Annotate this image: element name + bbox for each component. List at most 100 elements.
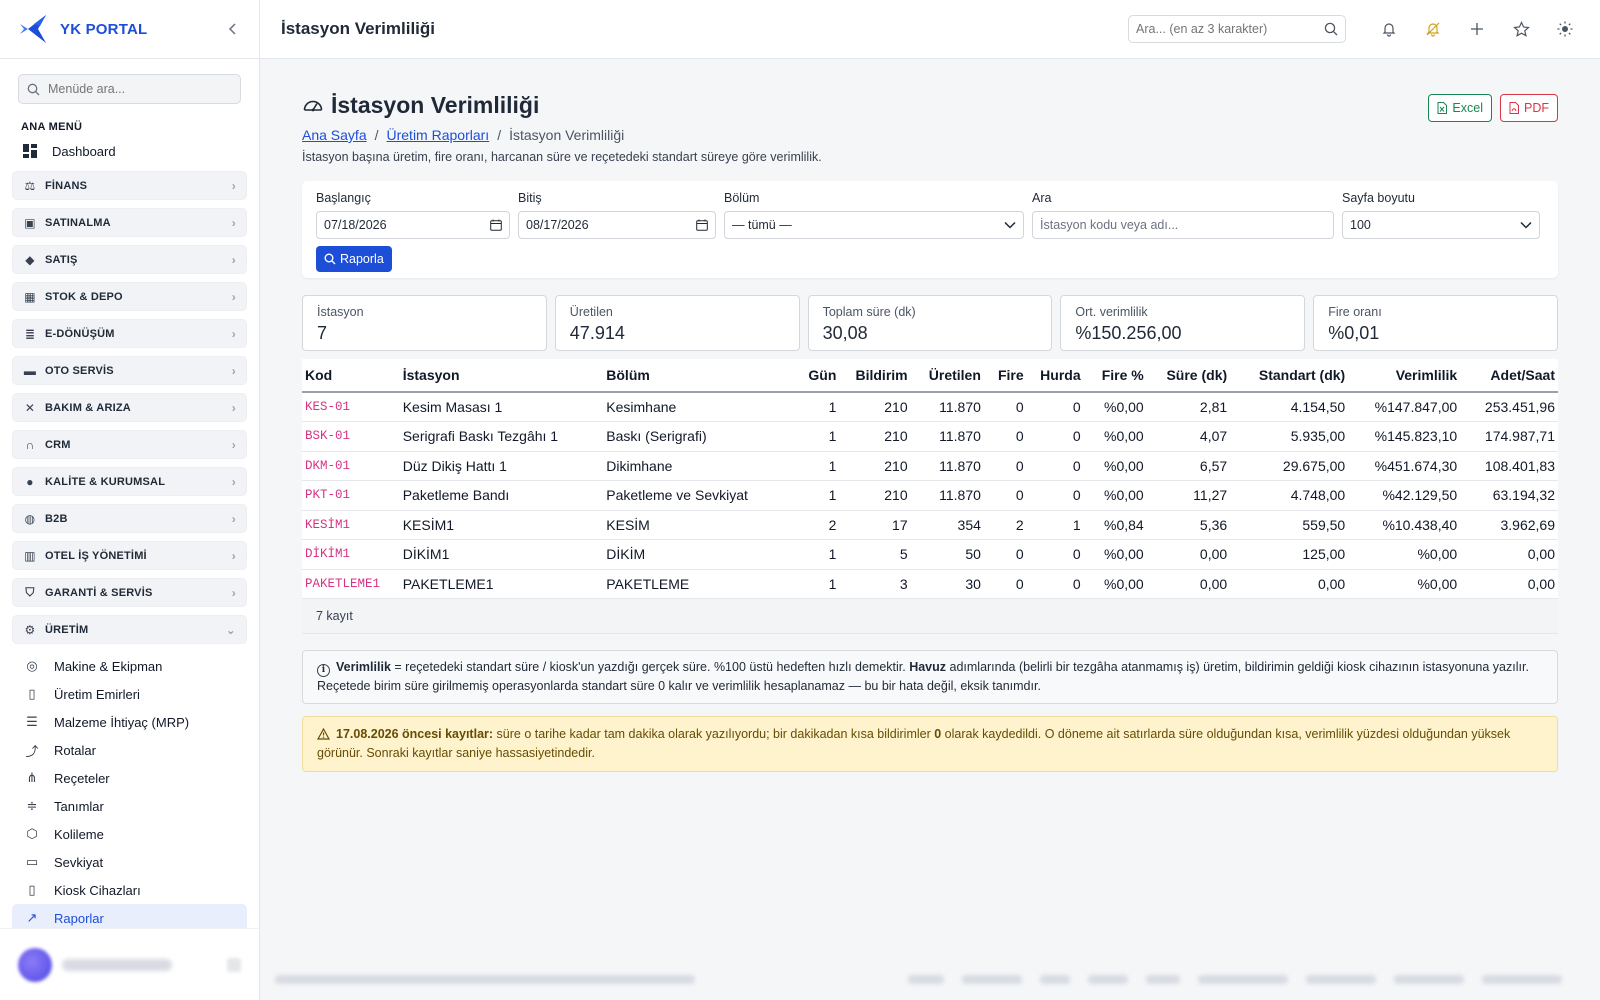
collapse-sidebar-icon[interactable] xyxy=(223,19,243,39)
sidebar-group-11[interactable]: ⛉ GARANTİ & SERVİS › xyxy=(12,578,247,607)
package-icon: ⬡ xyxy=(26,826,38,841)
bell-icon[interactable] xyxy=(1374,14,1404,44)
table-cell: KESİM xyxy=(603,510,797,540)
sidebar-subitem-7[interactable]: ▭ Sevkiyat xyxy=(12,848,247,876)
sidebar-group-label: B2B xyxy=(45,512,68,525)
sidebar-group-label: KALİTE & KURUMSAL xyxy=(45,475,166,488)
theme-sun-icon[interactable] xyxy=(1550,14,1580,44)
sidebar-group-3[interactable]: ▦ STOK & DEPO › xyxy=(12,282,247,311)
table-row[interactable]: DKM-01 Düz Dikiş Hattı 1 Dikimhane 1 210 11.8… xyxy=(302,451,1558,481)
breadcrumb-link-reports[interactable]: Üretim Raporları xyxy=(387,127,490,143)
column-header[interactable]: Süre (dk) xyxy=(1146,359,1231,393)
page-size-select[interactable]: 100 xyxy=(1342,211,1540,239)
table-cell: DİKİM1 xyxy=(399,539,604,570)
column-header[interactable]: Adet/Saat xyxy=(1460,359,1558,393)
filter-start-date: Başlangıç 07/18/2026 xyxy=(316,191,510,239)
sidebar-subitem-1[interactable]: ▯ Üretim Emirleri xyxy=(12,680,247,708)
sidebar-group-12[interactable]: ⚙ ÜRETİM ⌄ xyxy=(12,615,247,644)
column-header[interactable]: Kod xyxy=(302,359,400,393)
table-cell: PAKETLEME xyxy=(603,569,797,599)
table-cell: 2 xyxy=(796,510,840,540)
column-header[interactable]: İstasyon xyxy=(399,359,604,393)
page-title-text: İstasyon Verimliliği xyxy=(331,92,540,118)
stat-card: Üretilen 47.914 xyxy=(554,295,800,351)
sidebar-group-6[interactable]: ✕ BAKIM & ARIZA › xyxy=(12,393,247,422)
table-row[interactable]: DİKİM1 DİKİM1 DİKİM 1 5 50 0 0 %0,00 0,00 125,00 %0… xyxy=(302,539,1558,570)
chevron-right-icon: › xyxy=(231,326,236,341)
sidebar-group-7[interactable]: ∩ CRM › xyxy=(12,430,247,459)
table-row[interactable]: BSK-01 Serigrafi Baskı Tezgâhı 1 Baskı (Se… xyxy=(302,421,1558,452)
table-cell: 0 xyxy=(1026,392,1084,422)
sidebar-group-10[interactable]: ▥ OTEL İŞ YÖNETİMİ › xyxy=(12,541,247,570)
sidebar-group-9[interactable]: ◍ B2B › xyxy=(12,504,247,533)
file-pdf-icon xyxy=(1509,102,1519,114)
column-header[interactable]: Standart (dk) xyxy=(1230,359,1349,393)
search-icon[interactable] xyxy=(1324,22,1338,36)
table-cell: 2,81 xyxy=(1146,392,1231,422)
menu-search[interactable] xyxy=(18,74,241,104)
sidebar-group-5[interactable]: ▬ OTO SERVİS › xyxy=(12,356,247,385)
station-code: KESİM1 xyxy=(302,510,400,540)
sidebar-group-4[interactable]: ≣ E-DÖNÜŞÜM › xyxy=(12,319,247,348)
station-search-input[interactable]: İstasyon kodu veya adı... xyxy=(1032,211,1334,239)
table-cell: Baskı (Serigrafi) xyxy=(603,421,797,452)
sidebar-subitem-5[interactable]: ≑ Tanımlar xyxy=(12,792,247,820)
table-cell: 0 xyxy=(983,392,1027,422)
export-pdf-button[interactable]: PDF xyxy=(1500,94,1558,122)
column-header[interactable]: Verimlilik xyxy=(1348,359,1461,393)
table-cell: %145.823,10 xyxy=(1348,421,1461,452)
global-search[interactable] xyxy=(1128,15,1346,43)
station-code: DİKİM1 xyxy=(302,539,400,570)
sidebar-subitem-2[interactable]: ☰ Malzeme İhtiyaç (MRP) xyxy=(12,708,247,736)
sidebar-item-label: Dashboard xyxy=(52,143,116,159)
start-date-input[interactable]: 07/18/2026 xyxy=(316,211,510,239)
sidebar-subitem-4[interactable]: ⋔ Reçeteler xyxy=(12,764,247,792)
column-header[interactable]: Hurda xyxy=(1026,359,1084,393)
calendar-icon[interactable] xyxy=(696,219,708,231)
sidebar-subitem-label: Rotalar xyxy=(54,742,96,758)
column-header[interactable]: Bölüm xyxy=(603,359,797,393)
calendar-icon[interactable] xyxy=(490,219,502,231)
chevron-right-icon: › xyxy=(231,178,236,193)
bell-slash-icon[interactable] xyxy=(1418,14,1448,44)
star-icon[interactable] xyxy=(1506,14,1536,44)
plus-icon[interactable] xyxy=(1462,14,1492,44)
table-row[interactable]: PKT-01 Paketleme Bandı Paketleme ve Sevkiy… xyxy=(302,480,1558,511)
menu-search-input[interactable] xyxy=(48,82,228,96)
stat-label: Ort. verimlilik xyxy=(1075,305,1148,319)
sidebar-group-0[interactable]: ⚖ FİNANS › xyxy=(12,171,247,200)
sidebar-subitem-8[interactable]: ▯ Kiosk Cihazları xyxy=(12,876,247,904)
column-header[interactable]: Fire xyxy=(983,359,1027,393)
table-cell: 1 xyxy=(1026,510,1084,540)
tablet-icon: ▯ xyxy=(28,882,36,897)
breadcrumb-link-home[interactable]: Ana Sayfa xyxy=(302,127,367,143)
table-row[interactable]: KESİM1 KESİM1 KESİM 2 17 354 2 1 %0,84 5,36 559,50… xyxy=(302,510,1558,540)
search-icon xyxy=(324,253,336,265)
end-date-input[interactable]: 08/17/2026 xyxy=(518,211,716,239)
user-profile[interactable] xyxy=(0,928,259,1000)
user-menu-icon[interactable] xyxy=(227,957,241,972)
filter-page-size: Sayfa boyutu 100 xyxy=(1342,191,1540,239)
table-row[interactable]: PAKETLEME1 PAKETLEME1 PAKETLEME 1 3 30 0 0 %0,00… xyxy=(302,569,1558,599)
table-cell: 3.962,69 xyxy=(1460,510,1558,540)
sidebar-group-2[interactable]: ◆ SATIŞ › xyxy=(12,245,247,274)
table-cell: 1 xyxy=(796,569,840,599)
export-excel-button[interactable]: Excel xyxy=(1428,94,1492,122)
column-header[interactable]: Fire % xyxy=(1083,359,1147,393)
table-row[interactable]: KES-01 Kesim Masası 1 Kesimhane 1 210 11.870 0… xyxy=(302,392,1558,422)
department-select[interactable]: — tümü — xyxy=(724,211,1024,239)
sidebar-subitem-0[interactable]: ◎ Makine & Ekipman xyxy=(12,652,247,680)
table-cell: 29.675,00 xyxy=(1230,451,1349,481)
avatar[interactable] xyxy=(18,947,52,982)
sidebar-group-8[interactable]: ● KALİTE & KURUMSAL › xyxy=(12,467,247,496)
column-header[interactable]: Bildirim xyxy=(839,359,911,393)
global-search-input[interactable] xyxy=(1136,22,1324,36)
column-header[interactable]: Üretilen xyxy=(910,359,984,393)
sidebar-item-dashboard[interactable]: Dashboard xyxy=(22,137,259,165)
table-cell: Düz Dikiş Hattı 1 xyxy=(399,451,604,481)
sidebar-group-1[interactable]: ▣ SATINALMA › xyxy=(12,208,247,237)
column-header[interactable]: Gün xyxy=(796,359,840,393)
sidebar-subitem-6[interactable]: ⬡ Kolileme xyxy=(12,820,247,848)
sidebar-subitem-3[interactable]: ⤴ Rotalar xyxy=(12,736,247,764)
report-button[interactable]: Raporla xyxy=(316,246,392,272)
